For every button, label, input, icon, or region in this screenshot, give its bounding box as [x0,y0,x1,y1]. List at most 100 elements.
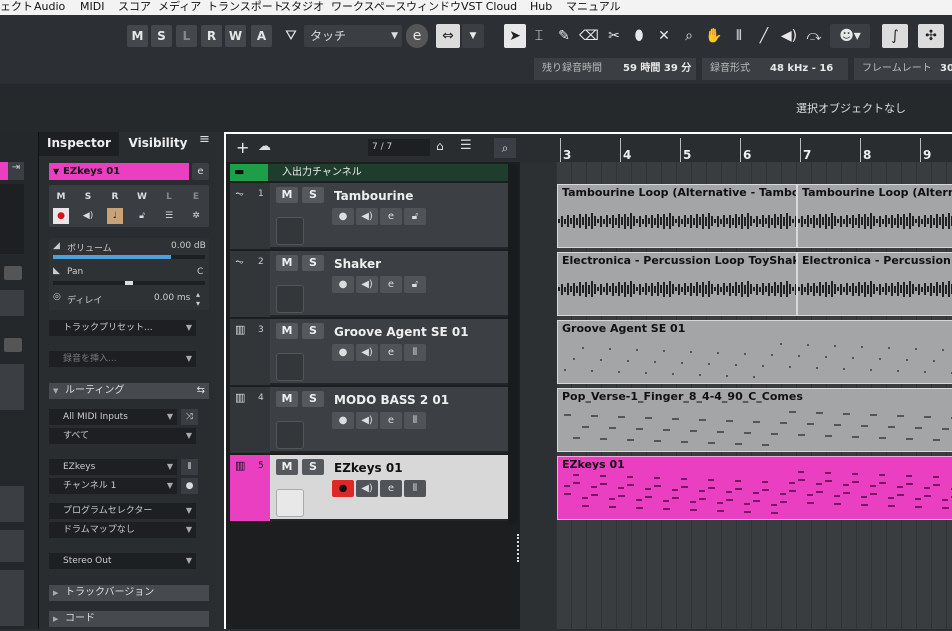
track-name[interactable]: EZkeys 01 [334,461,403,475]
event-clip[interactable]: Groove Agent SE 01 [557,320,952,384]
ruler[interactable]: 3 4 5 6 7 8 9 [520,134,952,162]
inspector-mute-button[interactable]: M [53,189,69,205]
monitor-icon[interactable]: ◀) [356,208,378,225]
midi-channel-in-select[interactable]: すべて ▼ [49,428,196,444]
keyboard-icon[interactable]: ⦀ [181,459,198,475]
channel-select[interactable]: チャンネル 1 ▼ [49,478,177,494]
edit-channel-icon[interactable]: e [380,412,402,429]
record-enable-icon[interactable]: ● [332,276,354,293]
inspector-freeze-icon[interactable]: ✲ [188,208,204,224]
drum-map-select[interactable]: ドラムマップなし ▼ [49,522,196,538]
track-solo-button[interactable]: S [302,255,324,271]
track-solo-button[interactable]: S [302,187,324,203]
divider-handle[interactable] [517,534,519,562]
event-clip[interactable]: Tambourine Loop (Alternative - Tambo [557,184,797,248]
add-from-library-icon[interactable]: ☁ [258,139,271,154]
track-picture-slot[interactable] [276,489,304,517]
automation-mode-select[interactable]: タッチ ▼ [304,25,402,47]
menu-transport[interactable]: トランスポート [207,0,284,14]
menu-vst-cloud[interactable]: VST Cloud [461,0,517,14]
track-mute-button[interactable]: M [276,187,298,203]
track-name[interactable]: Shaker [334,257,381,271]
track-name[interactable]: Groove Agent SE 01 [334,325,469,339]
inspector-monitor-icon[interactable]: ◀) [80,208,96,224]
track-solo-button[interactable]: S [302,391,324,407]
lock-icon[interactable]: 🔓︎ [404,276,426,293]
inspector-edit-button[interactable]: E [188,189,204,205]
glue-tool-icon[interactable]: ⬮ [628,24,650,48]
play-tool-icon[interactable]: ◀) [778,24,800,48]
tab-visibility[interactable]: Visibility [123,132,193,156]
monitor-icon[interactable]: ◀) [356,480,378,497]
record-enable-icon[interactable]: ● [332,480,354,497]
hand-tool-icon[interactable]: ✋ [703,24,725,48]
event-clip[interactable]: Electronica - Percussion Loop ToyShak [557,252,797,316]
midi-input-select[interactable]: All MIDI Inputs ▼ [49,409,177,425]
autoscroll-menu-icon[interactable]: ▼ [462,24,484,48]
range-tool-icon[interactable]: ⌶ [528,24,550,48]
zoom-tool-icon[interactable]: ⌕ [678,24,700,48]
event-clip[interactable]: Pop_Verse-1_Finger_8_4-4_90_C_Comes [557,388,952,452]
edit-channel-icon[interactable]: e [380,208,402,225]
pan-handle[interactable] [125,281,133,285]
inspector-read-button[interactable]: R [107,189,123,205]
keyboard-icon[interactable]: ⦀ [404,412,426,429]
track-picture-slot[interactable] [276,421,304,449]
program-selector[interactable]: プログラムセレクター ▼ [49,503,196,519]
track-mute-button[interactable]: M [276,391,298,407]
inspector-menu-icon[interactable]: ≡ [199,132,210,147]
track-version-section[interactable]: トラックバージョン [49,585,209,601]
keyboard-icon[interactable]: ⦀ [404,480,426,497]
visibility-agent-icon[interactable]: ⌂ [436,139,444,153]
comp-tool-icon[interactable]: ⫴ [728,24,750,48]
edit-automation-icon[interactable]: e [406,24,428,48]
stereo-out-select[interactable]: Stereo Out ▼ [49,553,196,569]
io-channel-row[interactable]: ▬ 入出力チャンネル [230,164,508,181]
track-row[interactable]: ▥ 3 M S Groove Agent SE 01 ● ◀) e ⦀ [230,319,508,385]
edit-instrument-icon[interactable]: e [192,163,209,180]
inspector-timebase-icon[interactable]: ♩ [107,208,123,224]
menu-window[interactable]: ウィンドウ [406,0,461,14]
write-automation-button[interactable]: W [225,25,246,47]
track-row[interactable]: ⏦ 1 M S Tambourine ● ◀) e 🔓︎ [230,183,508,249]
track-mute-button[interactable]: M [276,255,298,271]
record-enable-icon[interactable]: ● [332,412,354,429]
lock-icon[interactable]: 🔓︎ [404,208,426,225]
instrument-edit-icon[interactable]: ● [181,478,198,494]
routing-section[interactable]: ルーティング ⇆ [49,383,209,399]
menu-score[interactable]: スコア [118,0,151,14]
split-tool-icon[interactable]: ✂ [603,24,625,48]
monitor-icon[interactable]: ◀) [356,344,378,361]
insert-record-select[interactable]: 録音を挿入... ▼ [49,351,196,367]
menu-hub[interactable]: Hub [530,0,552,14]
track-row[interactable]: ▥ 4 M S MODO BASS 2 01 ● ◀) e ⦀ [230,387,508,453]
inspector-write-button[interactable]: W [134,189,150,205]
track-row[interactable]: ▥ 5 M S EZkeys 01 ● ◀) e ⦀ [230,455,508,521]
inspector-solo-button[interactable]: S [80,189,96,205]
inspector-lanes-button[interactable]: L [161,189,177,205]
keyboard-icon[interactable]: ⦀ [404,344,426,361]
shuffle-icon[interactable]: ⤨ [181,409,198,425]
event-clip[interactable]: Electronica - Percussion Loop [797,252,952,316]
snap-type-icon[interactable]: ☻▾ [830,24,870,48]
add-track-icon[interactable]: + [236,138,249,157]
track-mute-button[interactable]: M [276,323,298,339]
activate-button[interactable]: A [251,25,272,47]
list-icon[interactable]: ☰ [460,138,472,153]
inspector-lock-icon[interactable]: 🔓︎ [134,208,150,224]
select-tool-icon[interactable]: ➤ [504,24,526,48]
event-clip[interactable]: Tambourine Loop (Alternat [797,184,952,248]
menu-audio[interactable]: Audio [34,0,65,14]
pan-slider[interactable] [53,281,205,285]
volume-slider[interactable] [53,255,205,259]
monitor-icon[interactable]: ◀) [356,412,378,429]
event-clip[interactable]: EZkeys 01 [557,456,952,520]
erase-tool-icon[interactable]: ⌫ [578,24,600,48]
listen-state-button[interactable]: L [176,25,197,47]
menu-midi[interactable]: MIDI [80,0,104,14]
inspector-list-icon[interactable]: ☰ [161,208,177,224]
mute-tool-icon[interactable]: ✕ [653,24,675,48]
edit-channel-icon[interactable]: e [380,276,402,293]
track-picture-slot[interactable] [276,353,304,381]
menu-media[interactable]: メディア [158,0,201,14]
